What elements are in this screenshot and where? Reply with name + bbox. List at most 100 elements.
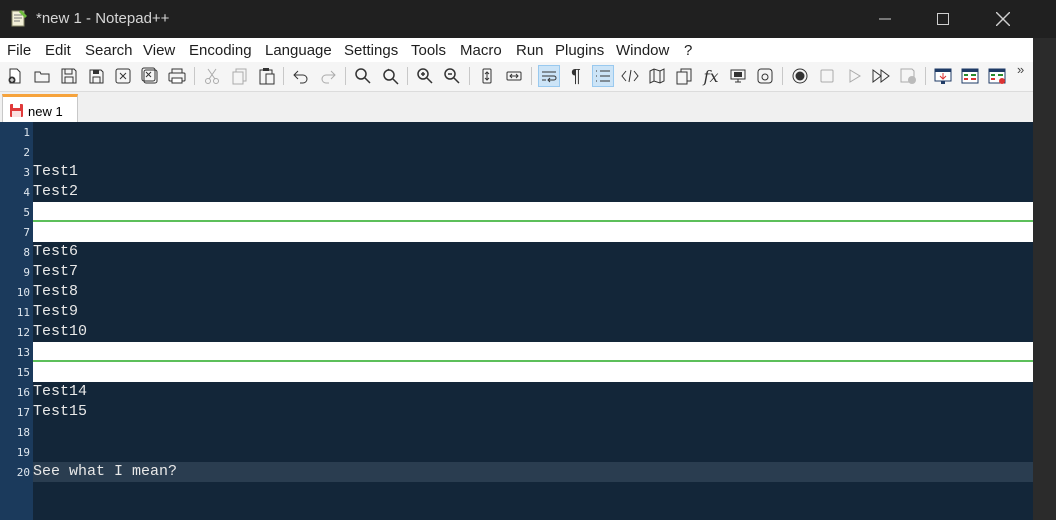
search-icon [355, 68, 371, 84]
indent-guide-toggle[interactable] [592, 65, 614, 87]
zoom-in-icon [417, 68, 433, 84]
indent-guide-icon [596, 70, 610, 82]
editor-line: 8 Test6 [0, 242, 1033, 262]
panel-button-3[interactable] [986, 65, 1008, 87]
menu-edit[interactable]: Edit [45, 42, 71, 59]
line-text: Test9 [33, 303, 79, 320]
replace-button[interactable] [379, 65, 401, 87]
sync-horizontal-button[interactable] [503, 65, 525, 87]
close-window-button[interactable] [980, 0, 1026, 38]
panel-button-1[interactable] [932, 65, 954, 87]
replace-icon [383, 68, 399, 85]
menu-encoding[interactable]: Encoding [189, 42, 252, 59]
sync-vertical-button[interactable] [476, 65, 498, 87]
print-icon [168, 68, 186, 84]
tab-new-1[interactable]: new 1 [2, 94, 78, 122]
title-bar: *new 1 - Notepad++ [0, 0, 1056, 38]
undo-button[interactable] [290, 65, 312, 87]
close-icon [996, 12, 1010, 26]
menu-tools[interactable]: Tools [411, 42, 446, 59]
menu-view[interactable]: View [143, 42, 175, 59]
find-button[interactable] [352, 65, 374, 87]
minimize-button[interactable] [862, 0, 908, 38]
toolbar-separator [925, 67, 926, 85]
copy-icon [232, 68, 247, 85]
play-macro-button[interactable] [843, 65, 865, 87]
stop-icon [820, 69, 834, 83]
new-file-button[interactable] [4, 65, 26, 87]
line-number: 17 [16, 406, 30, 419]
zoom-out-icon [444, 68, 460, 84]
run-macro-multiple-button[interactable] [870, 65, 892, 87]
close-file-button[interactable] [112, 65, 134, 87]
menu-search[interactable]: Search [85, 42, 133, 59]
menu-settings[interactable]: Settings [344, 42, 398, 59]
line-number: 20 [16, 466, 30, 479]
line-number: 15 [16, 366, 30, 379]
line-number: 9 [23, 266, 30, 279]
save-button[interactable] [58, 65, 80, 87]
editor-line: 19 [0, 442, 1033, 462]
editor-line: 2 [0, 142, 1033, 162]
save-macro-icon [900, 68, 916, 84]
editor-line: 18 [0, 422, 1033, 442]
toolbar-separator [531, 67, 532, 85]
open-file-button[interactable] [31, 65, 53, 87]
menu-help[interactable]: ? [684, 42, 692, 59]
menu-file[interactable]: File [7, 42, 31, 59]
editor-line: 10 Test8 [0, 282, 1033, 302]
editor-line: 12 Test10 [0, 322, 1033, 342]
maximize-button[interactable] [920, 0, 966, 38]
cut-button[interactable] [201, 65, 223, 87]
toolbar-separator [469, 67, 470, 85]
save-all-icon [89, 69, 104, 84]
toolbar-separator [782, 67, 783, 85]
window-title: *new 1 - Notepad++ [36, 10, 170, 27]
close-all-button[interactable] [139, 65, 161, 87]
zoom-in-button[interactable] [414, 65, 436, 87]
menu-window[interactable]: Window [616, 42, 669, 59]
monitoring-button[interactable] [754, 65, 776, 87]
editor-line: 3 Test1 [0, 162, 1033, 182]
close-file-icon [115, 68, 131, 84]
save-macro-button[interactable] [897, 65, 919, 87]
zoom-out-button[interactable] [441, 65, 463, 87]
monitor-icon [730, 69, 746, 83]
function-list-button[interactable]: fx [700, 65, 722, 87]
editor-line: 17 Test15 [0, 402, 1033, 422]
minimize-icon [879, 18, 891, 20]
paste-button[interactable] [256, 65, 278, 87]
copy-button[interactable] [229, 65, 251, 87]
line-number: 13 [16, 346, 30, 359]
document-list-button[interactable] [673, 65, 695, 87]
menu-language[interactable]: Language [265, 42, 332, 59]
udl-button[interactable] [619, 65, 641, 87]
editor-line: 11 Test9 [0, 302, 1033, 322]
panel-button-2[interactable] [959, 65, 981, 87]
document-map-button[interactable] [646, 65, 668, 87]
menu-run[interactable]: Run [516, 42, 544, 59]
open-folder-icon [34, 71, 50, 83]
menu-plugins[interactable]: Plugins [555, 42, 604, 59]
menu-macro[interactable]: Macro [460, 42, 502, 59]
word-wrap-toggle[interactable] [538, 65, 560, 87]
word-wrap-icon [542, 71, 557, 83]
show-all-chars-button[interactable]: ¶ [565, 65, 587, 87]
notepad-app-icon [11, 10, 27, 27]
sync-vertical-icon [482, 68, 492, 84]
stop-macro-button[interactable] [816, 65, 838, 87]
line-number: 10 [16, 286, 30, 299]
line-number: 1 [23, 126, 30, 139]
folder-workspace-button[interactable] [727, 65, 749, 87]
toolbar-separator [283, 67, 284, 85]
line-text: Test10 [33, 323, 88, 340]
print-button[interactable] [166, 65, 188, 87]
save-all-button[interactable] [85, 65, 107, 87]
line-text: Test1 [33, 163, 79, 180]
record-macro-button[interactable] [789, 65, 811, 87]
line-number: 4 [23, 186, 30, 199]
editor-area[interactable]: 1 2 3 Test1 4 Test2 5 7 8 Test6 9 Test7 10 Te… [0, 122, 1033, 520]
save-icon [61, 68, 77, 84]
toolbar-overflow-chevron-icon[interactable]: » [1017, 62, 1024, 77]
redo-button[interactable] [317, 65, 339, 87]
